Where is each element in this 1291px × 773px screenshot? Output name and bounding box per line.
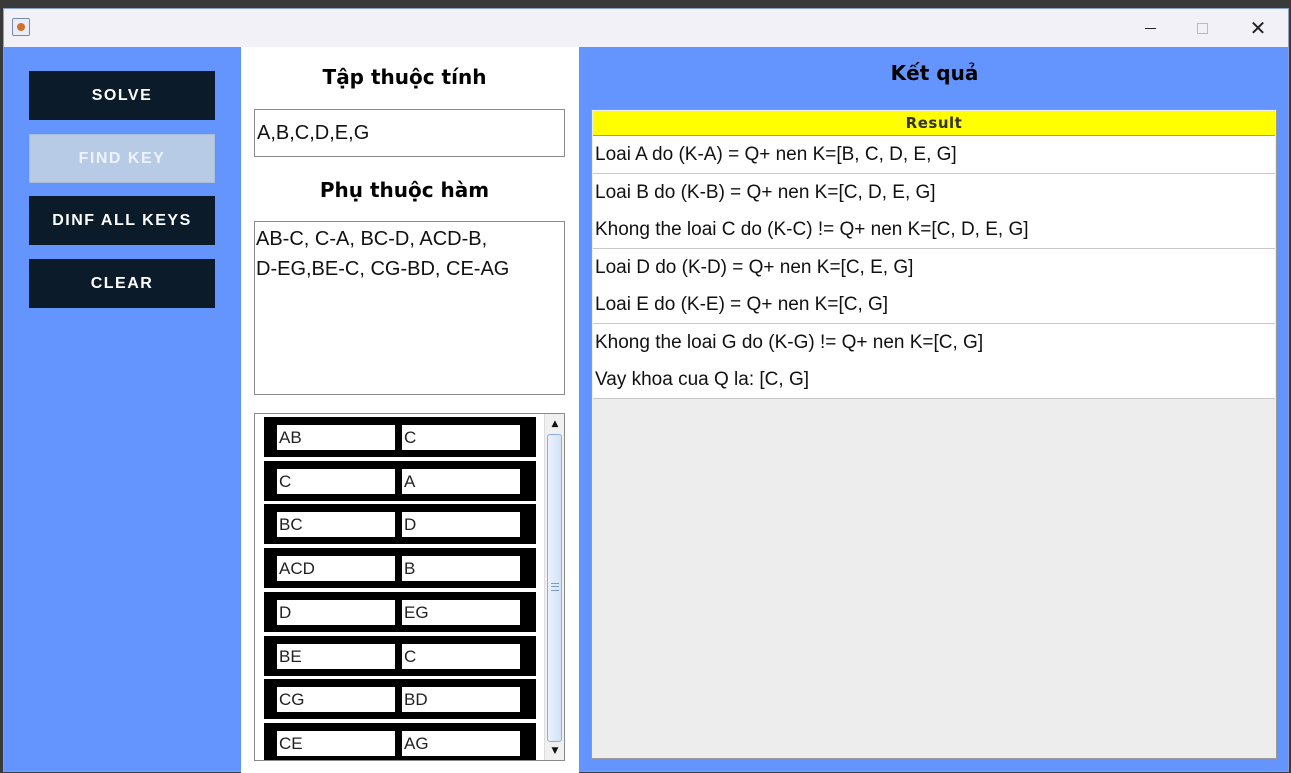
fd-right-field[interactable]: D (402, 512, 520, 537)
fd-right-field[interactable]: C (402, 425, 520, 450)
fd-row: BE C (264, 636, 536, 676)
fd-right-field[interactable]: C (402, 644, 520, 669)
result-row[interactable]: Loai D do (K-D) = Q+ nen K=[C, E, G] (593, 249, 1275, 287)
scrollbar-thumb[interactable] (547, 434, 562, 742)
fd-row: D EG (264, 592, 536, 632)
maximize-button[interactable] (1174, 9, 1230, 47)
fd-textarea[interactable]: AB-C, C-A, BC-D, ACD-B, D-EG,BE-C, CG-BD… (254, 221, 565, 395)
fd-right-field[interactable]: A (402, 469, 520, 494)
fd-row: C A (264, 461, 536, 501)
attributes-heading: Tập thuộc tính (322, 65, 487, 89)
fd-left-field[interactable]: C (277, 469, 395, 494)
fd-left-field[interactable]: ACD (277, 556, 395, 581)
attributes-input[interactable]: A,B,C,D,E,G (254, 109, 565, 157)
fd-row: ACD B (264, 548, 536, 588)
result-row[interactable]: Loai A do (K-A) = Q+ nen K=[B, C, D, E, … (593, 136, 1275, 174)
fd-row: CE AG (264, 723, 536, 760)
result-row[interactable]: Khong the loai C do (K-C) != Q+ nen K=[C… (593, 211, 1275, 249)
result-table[interactable]: Result Loai A do (K-A) = Q+ nen K=[B, C,… (591, 109, 1277, 759)
result-column-header[interactable]: Result (593, 111, 1275, 136)
result-row[interactable]: Loai E do (K-E) = Q+ nen K=[C, G] (593, 286, 1275, 324)
app-window: ✕ SOLVE FIND KEY DINF ALL KEYS CLEAR Tập… (3, 8, 1289, 773)
scroll-up-arrow-icon[interactable]: ▲ (546, 415, 564, 432)
fd-left-field[interactable]: CG (277, 687, 395, 712)
fd-list[interactable]: AB C C A BC D ACD B D EG BE C CG BD CE A… (254, 413, 565, 761)
fd-heading: Phụ thuộc hàm (319, 178, 490, 202)
close-icon: ✕ (1249, 16, 1267, 40)
fd-left-field[interactable]: AB (277, 425, 395, 450)
clear-button[interactable]: CLEAR (29, 259, 215, 308)
close-button[interactable]: ✕ (1230, 9, 1286, 47)
fd-left-field[interactable]: BE (277, 644, 395, 669)
vertical-scrollbar[interactable]: ▲ ▼ (544, 414, 564, 760)
maximize-icon (1196, 22, 1208, 34)
result-row[interactable]: Vay khoa cua Q la: [C, G] (593, 361, 1275, 399)
fd-row: BC D (264, 504, 536, 544)
fd-row: CG BD (264, 679, 536, 719)
fd-left-field[interactable]: BC (277, 512, 395, 537)
java-app-icon (12, 18, 30, 36)
result-row[interactable]: Khong the loai G do (K-G) != Q+ nen K=[C… (593, 324, 1275, 362)
fd-left-field[interactable]: D (277, 600, 395, 625)
fd-left-field[interactable]: CE (277, 731, 395, 756)
input-panel: Tập thuộc tính A,B,C,D,E,G Phụ thuộc hàm… (241, 47, 579, 773)
fd-right-field[interactable]: B (402, 556, 520, 581)
result-heading: Kết quả (890, 61, 979, 85)
fd-right-field[interactable]: AG (402, 731, 520, 756)
solve-button[interactable]: SOLVE (29, 71, 215, 120)
grip-icon (551, 583, 559, 591)
find-key-button[interactable]: FIND KEY (29, 134, 215, 183)
fd-right-field[interactable]: EG (402, 600, 520, 625)
result-row[interactable]: Loai B do (K-B) = Q+ nen K=[C, D, E, G] (593, 174, 1275, 212)
fd-right-field[interactable]: BD (402, 687, 520, 712)
scroll-down-arrow-icon[interactable]: ▼ (546, 742, 564, 759)
fd-row: AB C (264, 417, 536, 457)
minimize-button[interactable] (1122, 9, 1178, 47)
find-all-keys-button[interactable]: DINF ALL KEYS (29, 196, 215, 245)
title-bar[interactable]: ✕ (4, 9, 1288, 47)
minimize-icon (1144, 27, 1156, 29)
